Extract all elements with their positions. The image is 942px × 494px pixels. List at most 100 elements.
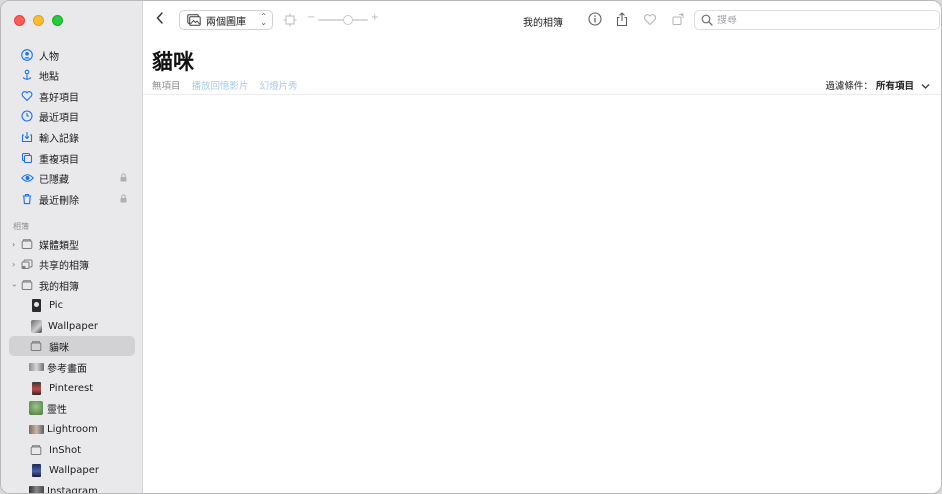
play-memory-movie-link[interactable]: 播放回憶影片 [192, 81, 249, 92]
album-label: Instagram [47, 485, 98, 494]
sidebar-item-imports[interactable]: 輸入記錄 [9, 127, 135, 147]
album-pic[interactable]: Pic [9, 295, 135, 315]
album-reference-shots[interactable]: 參考畫面 [9, 357, 135, 377]
sidebar-group-label: 共享的相簿 [39, 260, 89, 272]
sidebar-item-label: 輸入記錄 [39, 133, 79, 145]
duplicate-icon [20, 151, 34, 165]
album-thumbnail [29, 401, 43, 415]
sidebar-item-label: 最近項目 [39, 112, 79, 124]
folder-icon [20, 278, 34, 292]
main-content: 兩個圖庫 ⌃ ⌄ − + 我的相簿 搜尋 貓咪 無項目 播放回憶影片 幻燈片秀 … [143, 1, 941, 493]
slideshow-link[interactable]: 幻燈片秀 [260, 81, 298, 92]
chevron-down-icon [921, 84, 930, 89]
sidebar-group-label: 我的相簿 [39, 281, 79, 293]
sidebar-item-recents[interactable]: 最近項目 [9, 106, 135, 126]
zoom-in-icon[interactable]: + [371, 12, 379, 23]
pin-icon [20, 68, 34, 82]
page-title: 貓咪 [152, 50, 194, 74]
album-thumbnail [32, 381, 41, 395]
window-controls [14, 15, 63, 26]
zoom-knob[interactable] [343, 15, 353, 25]
album-wallpaper[interactable]: Wallpaper [9, 316, 135, 336]
chevron-updown-icon: ⌃ ⌄ [260, 12, 267, 27]
sidebar-item-duplicates[interactable]: 重複項目 [9, 148, 135, 168]
library-view-selector[interactable]: 兩個圖庫 ⌃ ⌄ [179, 10, 273, 30]
import-icon [20, 130, 34, 144]
share-button[interactable] [614, 11, 630, 27]
album-label: Lightroom [47, 423, 98, 435]
heart-icon [20, 89, 34, 103]
sidebar-item-favorites[interactable]: 喜好項目 [9, 86, 135, 106]
album-label: Pinterest [49, 382, 94, 394]
zoom-slider[interactable]: − + [307, 12, 379, 27]
eye-icon [20, 171, 34, 185]
album-label: Pic [49, 299, 64, 311]
trash-icon [20, 192, 34, 206]
heart-outline-icon [643, 13, 657, 25]
sidebar-item-label: 喜好項目 [39, 92, 79, 104]
sidebar-item-label: 已隱藏 [39, 174, 69, 186]
sidebar-item-hidden[interactable]: 已隱藏 [9, 168, 135, 188]
album-label: Wallpaper [49, 464, 100, 476]
photos-window: 人物 地點 喜好項目 最近項目 輸入記錄 重複項目 已隱藏 最近刪除 相簿 › … [0, 0, 942, 494]
item-count: 無項目 [152, 81, 181, 92]
chevron-down-icon[interactable]: › [10, 283, 19, 286]
person-circle-icon [20, 48, 34, 62]
album-thumbnail [32, 463, 41, 477]
album-icon [29, 339, 43, 353]
zoom-out-icon[interactable]: − [307, 12, 315, 23]
filter-label: 過濾條件： [825, 81, 873, 92]
sidebar-item-places[interactable]: 地點 [9, 65, 135, 85]
album-thumbnail [31, 319, 42, 333]
toolbar: 兩個圖庫 ⌃ ⌄ − + 我的相簿 [143, 1, 941, 39]
sidebar-item-people[interactable]: 人物 [9, 45, 135, 65]
clock-icon [20, 109, 34, 123]
album-thumbnail [29, 486, 44, 493]
chevron-right-icon[interactable]: › [12, 260, 15, 269]
sidebar-group-media-types[interactable]: › 媒體類型 [9, 234, 135, 254]
search-icon [701, 14, 713, 26]
album-cats[interactable]: 貓咪 [9, 336, 135, 356]
album-label: 參考畫面 [47, 363, 87, 375]
sidebar-item-label: 最近刪除 [39, 195, 79, 207]
rotate-button[interactable] [670, 11, 686, 27]
toolbar-title: 我的相簿 [523, 18, 563, 29]
close-window-button[interactable] [14, 15, 25, 26]
sidebar-group-shared-albums[interactable]: › 共享的相簿 [9, 254, 135, 274]
album-label: 貓咪 [49, 342, 69, 354]
photo-library-icon [187, 14, 201, 26]
sidebar-item-recently-deleted[interactable]: 最近刪除 [9, 189, 135, 209]
lock-icon [120, 173, 127, 182]
aspect-toggle-icon[interactable] [283, 13, 297, 27]
sidebar: 人物 地點 喜好項目 最近項目 輸入記錄 重複項目 已隱藏 最近刪除 相簿 › … [1, 1, 143, 494]
album-label: Wallpaper [48, 320, 99, 332]
album-lightroom[interactable]: Lightroom [9, 419, 135, 439]
back-button[interactable] [155, 11, 169, 29]
chevron-left-icon [156, 12, 163, 24]
folder-icon [20, 237, 34, 251]
search-field[interactable] [694, 10, 940, 30]
rotate-icon [672, 12, 684, 26]
share-icon [616, 11, 628, 26]
search-input[interactable] [717, 14, 917, 26]
sidebar-group-my-albums[interactable]: › 我的相簿 [9, 275, 135, 295]
album-icon [29, 443, 43, 457]
library-view-label: 兩個圖庫 [206, 16, 246, 28]
favorite-button[interactable] [642, 11, 658, 27]
album-instagram[interactable]: Instagram [9, 481, 135, 494]
chevron-right-icon[interactable]: › [12, 240, 15, 249]
minimize-window-button[interactable] [33, 15, 44, 26]
album-spirituality[interactable]: 靈性 [9, 398, 135, 418]
album-inshot[interactable]: InShot [9, 440, 135, 460]
album-thumbnail [32, 298, 41, 312]
content-divider [143, 94, 941, 95]
sidebar-item-label: 地點 [39, 71, 59, 83]
zoom-window-button[interactable] [52, 15, 63, 26]
sidebar-section-albums: 相簿 [13, 222, 29, 231]
sidebar-item-label: 人物 [39, 51, 59, 63]
filter-selector[interactable]: 過濾條件： 所有項目 [825, 78, 930, 92]
album-wallpaper-2[interactable]: Wallpaper [9, 460, 135, 480]
info-button[interactable] [587, 11, 603, 27]
info-icon [588, 12, 602, 26]
album-pinterest[interactable]: Pinterest [9, 378, 135, 398]
